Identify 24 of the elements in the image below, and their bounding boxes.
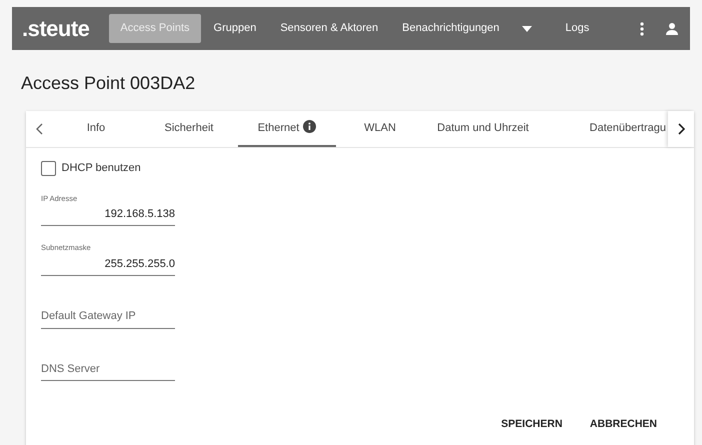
tab[interactable]: WLAN bbox=[336, 111, 424, 147]
tab[interactable]: Datum und Uhrzeit bbox=[424, 111, 542, 147]
tab[interactable]: Info bbox=[52, 111, 140, 147]
more-options-icon[interactable] bbox=[640, 22, 644, 36]
info-icon bbox=[303, 120, 316, 132]
save-button[interactable]: SPEICHERN bbox=[490, 411, 574, 439]
nav-link[interactable]: Gruppen bbox=[202, 14, 268, 43]
tab[interactable]: Ethernet bbox=[238, 111, 336, 147]
input-field[interactable]: 255.255.255.0 bbox=[41, 254, 175, 276]
page-title: Access Point 003DA2 bbox=[21, 72, 196, 95]
input-field[interactable]: 192.168.5.138 bbox=[41, 204, 175, 226]
nav-link[interactable]: Benachrichtigungen bbox=[391, 14, 510, 43]
checkbox-label: DHCP benutzen bbox=[62, 161, 141, 176]
nav-link[interactable]: Logs bbox=[554, 14, 600, 43]
logo: .steute bbox=[22, 15, 90, 43]
dropdown-caret-icon[interactable] bbox=[522, 26, 532, 32]
input-field[interactable]: Default Gateway IP bbox=[41, 306, 175, 328]
cancel-button[interactable]: ABBRECHEN bbox=[578, 411, 668, 439]
tab[interactable]: Datenübertragu bbox=[542, 111, 668, 147]
tab[interactable]: Sicherheit bbox=[140, 111, 238, 147]
input-field[interactable]: DNS Server bbox=[41, 358, 175, 381]
checkbox[interactable] bbox=[41, 160, 56, 176]
user-icon[interactable] bbox=[666, 22, 678, 34]
nav-link[interactable]: Sensoren & Aktoren bbox=[269, 14, 390, 43]
